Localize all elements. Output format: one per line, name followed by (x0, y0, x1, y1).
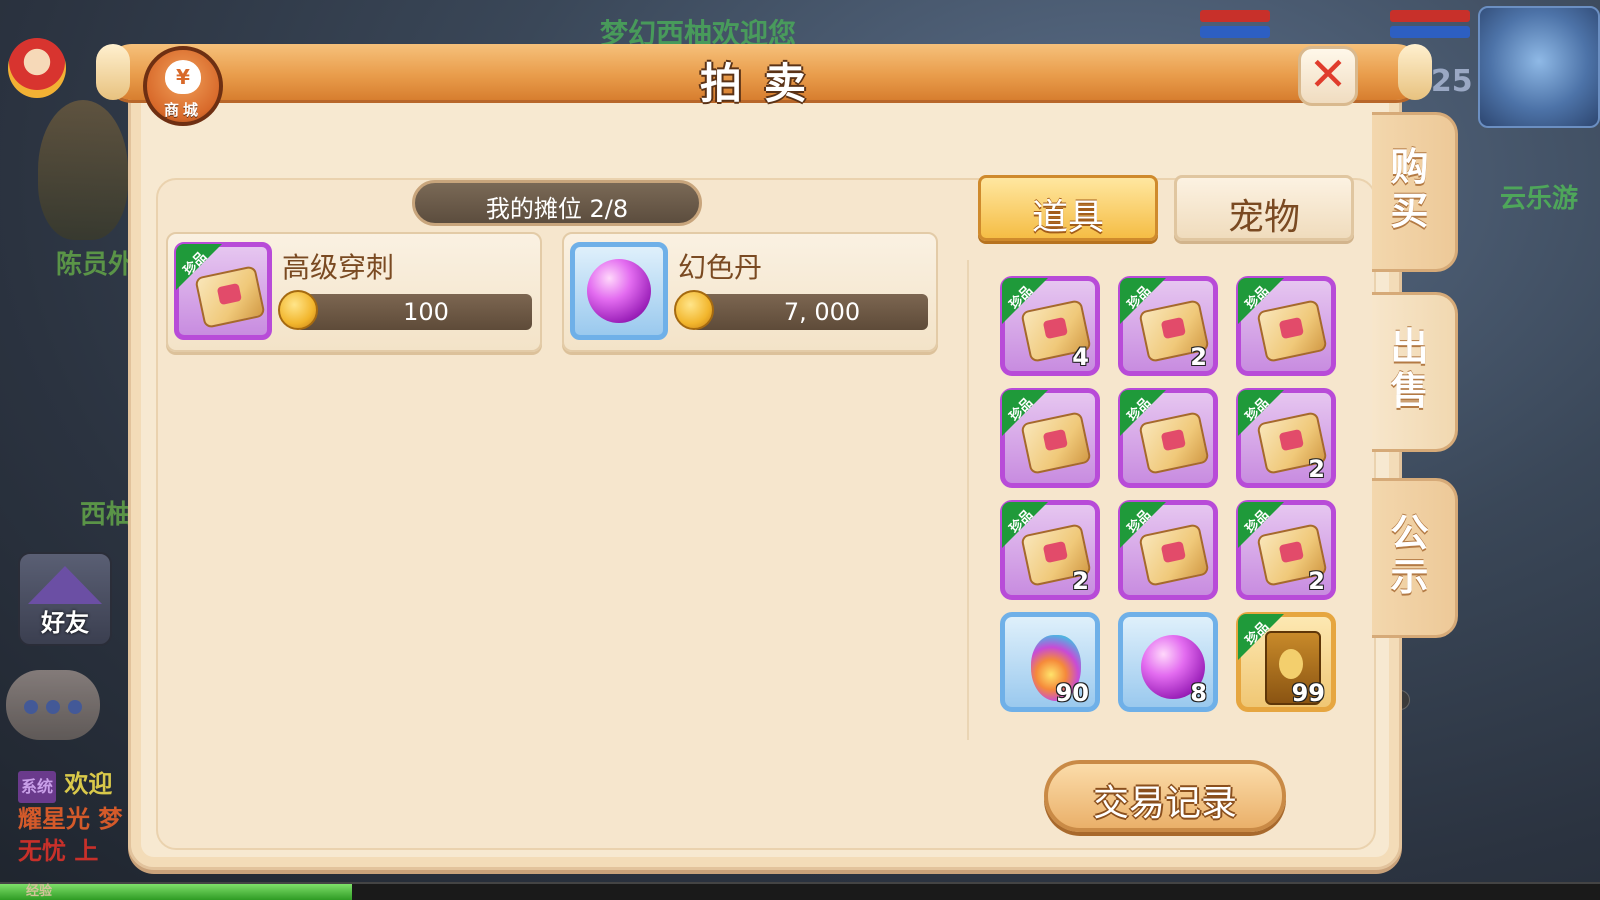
pet-hp-bar (1390, 10, 1470, 22)
item-quantity: 8 (1190, 679, 1207, 707)
item-quantity: 90 (1055, 679, 1089, 707)
chat-log[interactable]: 系统 欢迎 耀星光 梦 无忧 上 (18, 768, 138, 867)
inventory-slot[interactable]: 珍品 4 (1000, 276, 1100, 376)
player-avatar[interactable] (1478, 6, 1600, 128)
item-quantity: 2 (1190, 343, 1207, 371)
inventory-slot[interactable]: 珍品 2 (1236, 500, 1336, 600)
tab-pets-label: 宠物 (1227, 197, 1300, 238)
chat-dot-icon (46, 700, 60, 714)
tab-buy[interactable]: 购买 (1372, 112, 1458, 272)
pet-mp-bar (1390, 26, 1470, 38)
npc-figure (38, 100, 128, 240)
money-bag-icon: ¥ (165, 60, 201, 94)
stall-item-slot: 珍品 (174, 242, 272, 340)
chat-text: 欢迎 (64, 770, 113, 798)
tab-items[interactable]: 道具 (978, 175, 1158, 241)
player-hp-bar (1200, 10, 1270, 22)
gold-coin-icon (278, 290, 318, 330)
chat-line: 耀星光 梦 (18, 805, 123, 833)
area-label: 西柚 (80, 500, 133, 530)
experience-bar: 经验 (0, 882, 1600, 900)
yuan-symbol: ¥ (176, 65, 190, 89)
trade-record-label: 交易记录 (1092, 783, 1237, 824)
tab-buy-label: 购买 (1390, 145, 1429, 233)
stall-item-price-bar: 100 (296, 294, 532, 330)
tab-sell[interactable]: 出售 (1372, 292, 1458, 452)
gold-coin-icon (674, 290, 714, 330)
fortune-god-icon[interactable] (8, 38, 66, 98)
item-quantity: 2 (1308, 567, 1325, 595)
item-quantity: 4 (1072, 343, 1089, 371)
inventory-slot[interactable]: 珍品 (1000, 388, 1100, 488)
experience-fill (0, 884, 352, 900)
shop-label: 商城 (163, 101, 202, 119)
title-bar: 拍卖 (96, 44, 1432, 108)
inventory-slot[interactable]: 珍品 (1118, 500, 1218, 600)
inventory-slot[interactable]: 珍品 (1236, 276, 1336, 376)
experience-label: 经验 (26, 884, 53, 899)
inventory-slot[interactable]: 珍品 99 (1236, 612, 1336, 712)
stall-item-card[interactable]: 幻色丹 7, 000 (562, 232, 938, 352)
stall-item-price: 100 (403, 298, 449, 326)
chat-dot-icon (68, 700, 82, 714)
tab-items-label: 道具 (1031, 197, 1104, 238)
trade-record-button[interactable]: 交易记录 (1044, 760, 1286, 832)
tab-sell-label: 出售 (1390, 325, 1429, 413)
stall-item-price: 7, 000 (783, 298, 861, 326)
stall-item-name: 高级穿刺 (282, 251, 395, 284)
item-quantity: 99 (1291, 679, 1325, 707)
item-quantity: 2 (1072, 567, 1089, 595)
npc-name-label: 陈员外 (56, 250, 135, 280)
inventory-slot[interactable]: 珍品 2 (1000, 500, 1100, 600)
tab-public-label: 公示 (1390, 511, 1429, 599)
chat-button[interactable] (6, 670, 100, 740)
stall-item-card[interactable]: 珍品 高级穿刺 100 (166, 232, 542, 352)
inventory-slot[interactable]: 8 (1118, 612, 1218, 712)
inventory-slot[interactable]: 90 (1000, 612, 1100, 712)
panel-divider (967, 260, 969, 740)
player-name-label: 云乐游 (1500, 184, 1579, 214)
system-tag: 系统 (18, 771, 57, 803)
tab-pets[interactable]: 宠物 (1174, 175, 1354, 241)
stall-item-price-bar: 7, 000 (692, 294, 928, 330)
inventory-slot[interactable]: 珍品 2 (1118, 276, 1218, 376)
skill-scroll-icon (194, 265, 266, 329)
close-icon: ✕ (1308, 47, 1348, 101)
straw-hat-icon (28, 566, 102, 604)
friend-label: 好友 (41, 609, 89, 637)
close-button[interactable]: ✕ (1298, 46, 1358, 106)
chat-line: 系统 欢迎 (18, 768, 138, 803)
stall-item-name: 幻色丹 (678, 251, 763, 284)
shop-button[interactable]: ¥ 商城 (143, 46, 223, 126)
chat-dot-icon (24, 700, 38, 714)
friend-button[interactable]: 好友 (18, 552, 112, 646)
item-quantity: 2 (1308, 455, 1325, 483)
panel-title: 拍卖 (699, 59, 828, 108)
chat-line: 无忧 上 (18, 837, 99, 865)
purple-orb-icon (587, 259, 651, 323)
inventory-slot[interactable]: 珍品 (1118, 388, 1218, 488)
tab-public[interactable]: 公示 (1372, 478, 1458, 638)
stall-item-slot (570, 242, 668, 340)
my-stall-header: 我的摊位 2/8 (412, 180, 702, 226)
inventory-slot[interactable]: 珍品 2 (1236, 388, 1336, 488)
player-mp-bar (1200, 26, 1270, 38)
my-stall-count: 我的摊位 2/8 (485, 195, 629, 223)
